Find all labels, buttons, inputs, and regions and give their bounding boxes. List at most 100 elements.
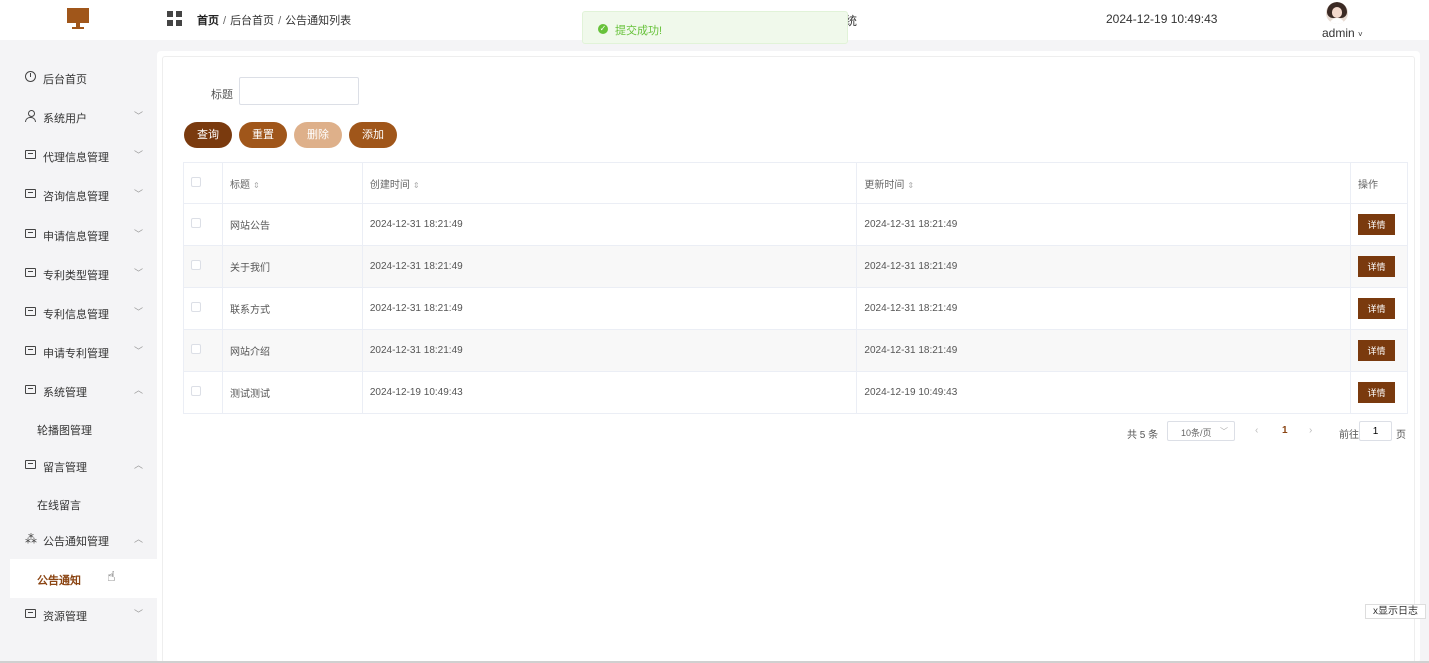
- sidebar: 后台首页 系统用户 ﹀ 代理信息管理 ﹀ 咨询信息管理 ﹀ 申请信息管理 ﹀ 专…: [0, 40, 157, 663]
- breadcrumb-home[interactable]: 首页: [197, 15, 219, 27]
- row-created: 2024-12-31 18:21:49: [361, 245, 858, 288]
- detail-button[interactable]: 详情: [1357, 298, 1395, 319]
- notice-table: 标题 ⇕ 创建时间 ⇕ 更新时间 ⇕ 操作 网站公告 2024-12-31 18:21…: [183, 162, 1409, 414]
- page-size-select[interactable]: 10条/页 ﹀: [1167, 421, 1235, 441]
- box-icon: [25, 228, 37, 240]
- chevron-up-icon: ︿: [133, 460, 143, 470]
- sidebar-item-message-management[interactable]: 留言管理 ︿: [10, 446, 157, 485]
- chevron-down-icon: ﹀: [133, 189, 143, 199]
- row-checkbox[interactable]: [191, 344, 201, 354]
- row-updated: 2024-12-19 10:49:43: [856, 371, 1351, 414]
- title-search-input[interactable]: [239, 77, 359, 105]
- row-created: 2024-12-31 18:21:49: [361, 203, 858, 246]
- column-header-updated[interactable]: 更新时间 ⇕: [856, 162, 1351, 204]
- sidebar-item-patent-type[interactable]: 专利类型管理 ﹀: [10, 254, 157, 293]
- clock-icon: [25, 71, 37, 83]
- title-filter-label: 标题: [211, 89, 233, 101]
- sidebar-item-carousel[interactable]: 轮播图管理: [10, 409, 157, 448]
- row-updated: 2024-12-31 18:21:49: [856, 203, 1351, 246]
- chevron-down-icon: ﹀: [133, 307, 143, 317]
- sidebar-item-dashboard[interactable]: 后台首页: [10, 58, 157, 97]
- main-panel: 标题 查询 重置 删除 添加 标题 ⇕ 创建时间 ⇕ 更新时间 ⇕ 操作 网站公告 2…: [157, 51, 1420, 663]
- column-header-title[interactable]: 标题 ⇕: [221, 162, 363, 204]
- username: admin: [1322, 26, 1355, 40]
- detail-button[interactable]: 详情: [1357, 256, 1395, 277]
- add-button[interactable]: 添加: [349, 122, 397, 148]
- box-icon: [25, 188, 37, 200]
- column-header-created[interactable]: 创建时间 ⇕: [361, 162, 858, 204]
- box-icon: [25, 459, 37, 471]
- column-header-actions: 操作: [1349, 162, 1409, 204]
- success-check-icon: ✓: [598, 24, 608, 34]
- row-updated: 2024-12-31 18:21:49: [856, 329, 1351, 372]
- box-icon: [25, 345, 37, 357]
- table-header-row: 标题 ⇕ 创建时间 ⇕ 更新时间 ⇕ 操作: [183, 162, 1409, 204]
- chevron-down-icon: ﹀: [133, 111, 143, 121]
- reset-button[interactable]: 重置: [239, 122, 287, 148]
- avatar[interactable]: [1326, 2, 1348, 24]
- row-created: 2024-12-19 10:49:43: [361, 371, 858, 414]
- row-checkbox[interactable]: [191, 260, 201, 270]
- goto-page-input[interactable]: [1359, 421, 1392, 441]
- row-created: 2024-12-31 18:21:49: [361, 287, 858, 330]
- table-row: 测试测试 2024-12-19 10:49:43 2024-12-19 10:4…: [183, 371, 1409, 414]
- sidebar-item-online-message[interactable]: 在线留言: [10, 484, 157, 523]
- detail-button[interactable]: 详情: [1357, 382, 1395, 403]
- detail-button[interactable]: 详情: [1357, 340, 1395, 361]
- sidebar-item-notice[interactable]: 公告通知 ☝: [10, 559, 157, 598]
- prev-page-button[interactable]: ‹: [1255, 425, 1258, 436]
- row-title: 关于我们: [221, 245, 363, 288]
- select-all-cell: [183, 162, 223, 204]
- box-icon: [25, 384, 37, 396]
- row-title: 联系方式: [221, 287, 363, 330]
- printer-icon: [25, 608, 37, 620]
- chevron-down-icon: ﹀: [133, 229, 143, 239]
- breadcrumb-dashboard[interactable]: 后台首页: [230, 15, 274, 27]
- chevron-down-icon: ﹀: [133, 609, 143, 619]
- detail-button[interactable]: 详情: [1357, 214, 1395, 235]
- chevron-down-icon: ˅: [1358, 30, 1363, 39]
- content-card: 标题 查询 重置 删除 添加 标题 ⇕ 创建时间 ⇕ 更新时间 ⇕ 操作 网站公告 2…: [162, 56, 1415, 663]
- row-created: 2024-12-31 18:21:49: [361, 329, 858, 372]
- box-icon: [25, 149, 37, 161]
- breadcrumb: 首页 / 后台首页 / 公告通知列表: [197, 15, 352, 27]
- table-row: 网站介绍 2024-12-31 18:21:49 2024-12-31 18:2…: [183, 329, 1409, 372]
- chevron-up-icon: ︿: [133, 385, 143, 395]
- user-icon: [25, 110, 37, 122]
- user-menu[interactable]: admin ˅: [1322, 26, 1363, 40]
- row-updated: 2024-12-31 18:21:49: [856, 287, 1351, 330]
- page-number-current[interactable]: 1: [1282, 425, 1288, 436]
- query-button[interactable]: 查询: [184, 122, 232, 148]
- spinner-icon: ⁂: [25, 532, 37, 546]
- sidebar-item-patent-application[interactable]: 申请专利管理 ﹀: [10, 332, 157, 371]
- row-title: 网站公告: [221, 203, 363, 246]
- box-icon: [25, 306, 37, 318]
- sort-icon: ⇕: [907, 180, 915, 190]
- sort-icon: ⇕: [412, 180, 420, 190]
- breadcrumb-current: 公告通知列表: [285, 15, 352, 27]
- sidebar-item-consult-info[interactable]: 咨询信息管理 ﹀: [10, 175, 157, 214]
- select-all-checkbox[interactable]: [191, 176, 201, 187]
- sidebar-item-agent-info[interactable]: 代理信息管理 ﹀: [10, 136, 157, 175]
- sidebar-item-application-info[interactable]: 申请信息管理 ﹀: [10, 215, 157, 254]
- row-updated: 2024-12-31 18:21:49: [856, 245, 1351, 288]
- table-row: 网站公告 2024-12-31 18:21:49 2024-12-31 18:2…: [183, 203, 1409, 246]
- next-page-button[interactable]: ›: [1309, 425, 1312, 436]
- menu-grid-icon[interactable]: [167, 11, 182, 26]
- sidebar-item-notice-management[interactable]: ⁂ 公告通知管理 ︿: [10, 520, 157, 559]
- sidebar-item-resource-management[interactable]: 资源管理 ﹀: [10, 595, 157, 634]
- chevron-up-icon: ︿: [133, 534, 143, 544]
- logo-monitor-icon: [67, 8, 89, 30]
- toast-message: 提交成功!: [615, 25, 663, 37]
- row-checkbox[interactable]: [191, 218, 201, 228]
- sidebar-item-system-management[interactable]: 系统管理 ︿: [10, 371, 157, 410]
- row-checkbox[interactable]: [191, 302, 201, 312]
- sidebar-item-system-users[interactable]: 系统用户 ﹀: [10, 97, 157, 136]
- sidebar-item-patent-info[interactable]: 专利信息管理 ﹀: [10, 293, 157, 332]
- page-unit-label: 页: [1396, 430, 1406, 441]
- delete-button[interactable]: 删除: [294, 122, 342, 148]
- show-log-button[interactable]: x显示日志: [1365, 604, 1426, 619]
- chevron-down-icon: ﹀: [133, 150, 143, 160]
- row-checkbox[interactable]: [191, 386, 201, 396]
- row-title: 网站介绍: [221, 329, 363, 372]
